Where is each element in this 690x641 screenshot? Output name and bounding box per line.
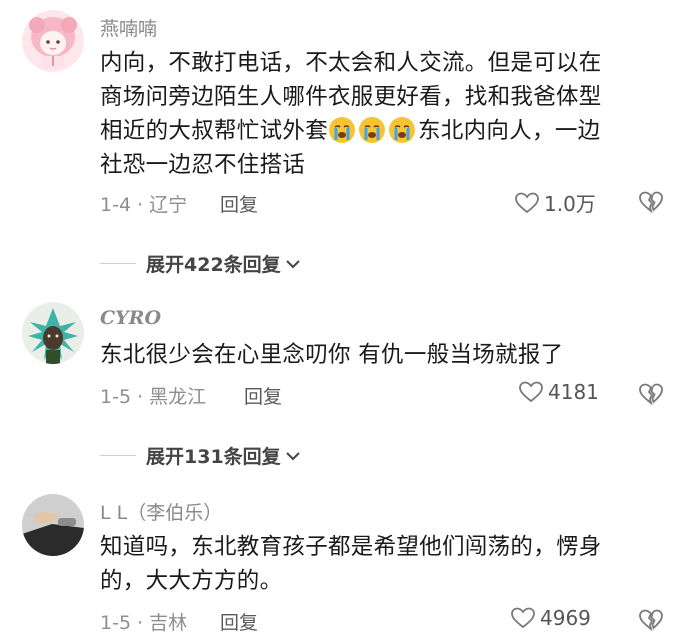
reply-button[interactable]: 回复 — [220, 608, 258, 635]
loudly-crying-face-icon — [389, 117, 416, 143]
like-button[interactable]: 1.0万 — [514, 188, 596, 217]
username[interactable]: L L（李伯乐） — [100, 498, 222, 525]
heart-icon — [511, 607, 535, 629]
like-button[interactable]: 4969 — [510, 606, 591, 630]
date-region: 1-4 · 辽宁 — [100, 194, 188, 216]
reply-button[interactable]: 回复 — [220, 190, 258, 217]
comment-text-line: 知道吗，东北教育孩子都是希望他们闯荡的，愣身 — [100, 534, 602, 560]
loudly-crying-face-icon — [359, 117, 386, 143]
comment-text: 内向，不敢打电话，不太会和人交流。但是可以在 商场问旁边陌生人哪件衣服更好看，找… — [100, 46, 670, 182]
loudly-crying-face-icon — [329, 117, 356, 143]
dislike-button[interactable] — [638, 190, 664, 218]
dislike-button[interactable] — [638, 382, 664, 410]
comment-text: 知道吗，东北教育孩子都是希望他们闯荡的，愣身 的，大大方方的。 — [100, 530, 670, 598]
heart-icon — [519, 381, 543, 403]
avatar[interactable] — [22, 302, 84, 364]
comment-text-line: 东北很少会在心里念叨你 有仇一般当场就报了 — [100, 342, 564, 368]
comment-text-segment: 相近的大叔帮忙试外套 — [100, 118, 329, 144]
broken-heart-icon — [639, 191, 663, 214]
comment-text-line: 内向，不敢打电话，不太会和人交流。但是可以在 — [100, 50, 602, 76]
divider — [100, 263, 136, 264]
comment-text-line: 相近的大叔帮忙试外套 东北内向人，一边 — [100, 114, 670, 148]
broken-heart-icon — [639, 609, 663, 632]
heart-icon — [515, 192, 539, 213]
reply-button[interactable]: 回复 — [244, 382, 282, 409]
chevron-down-icon — [285, 259, 300, 268]
avatar[interactable] — [22, 494, 84, 556]
avatar[interactable] — [22, 10, 84, 72]
expand-replies-label: 展开131条回复 — [146, 446, 281, 468]
expand-replies[interactable]: 展开422条回复 — [100, 250, 301, 277]
comment-text-line: 商场问旁边陌生人哪件衣服更好看，找和我爸体型 — [100, 84, 602, 110]
chevron-down-icon — [285, 451, 300, 460]
date-region: 1-5 · 吉林 — [100, 612, 188, 634]
comment-text-line: 的，大大方方的。 — [100, 568, 283, 594]
like-button[interactable]: 4181 — [518, 380, 599, 404]
date-region: 1-5 · 黑龙江 — [100, 386, 207, 408]
like-count: 4181 — [548, 380, 599, 404]
username[interactable]: 燕喃喃 — [100, 14, 157, 41]
comment-text-line: 社恐一边忍不住搭话 — [100, 152, 306, 178]
comment-text-segment: 东北内向人，一边 — [418, 118, 601, 144]
dislike-button[interactable] — [638, 608, 664, 636]
divider — [100, 455, 136, 456]
like-count: 1.0万 — [544, 192, 596, 216]
expand-replies[interactable]: 展开131条回复 — [100, 442, 301, 469]
comment-text: 东北很少会在心里念叨你 有仇一般当场就报了 — [100, 338, 670, 372]
broken-heart-icon — [639, 383, 663, 406]
like-count: 4969 — [540, 606, 591, 630]
username[interactable]: CYRO — [100, 307, 161, 329]
expand-replies-label: 展开422条回复 — [146, 254, 281, 276]
